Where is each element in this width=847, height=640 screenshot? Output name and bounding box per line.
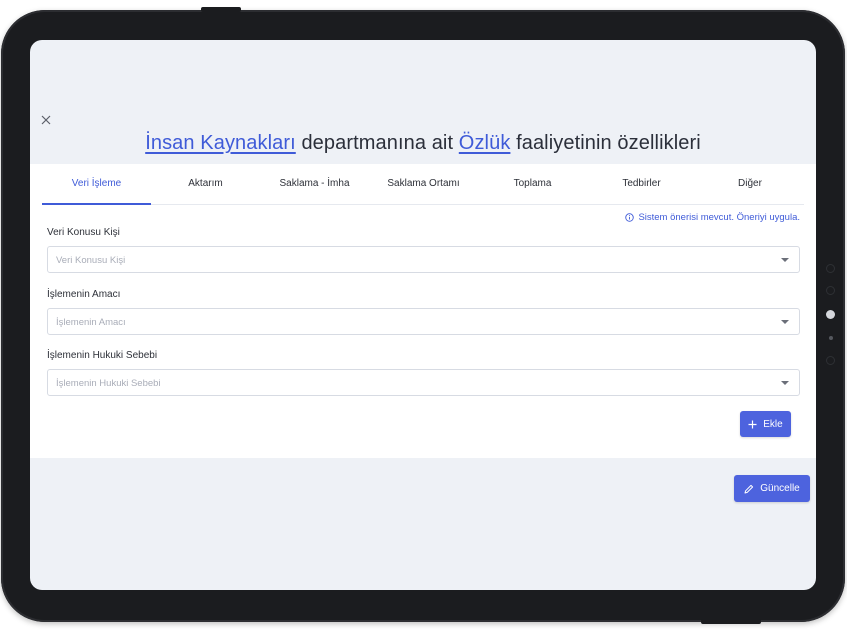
update-button-label: Güncelle <box>760 483 800 494</box>
page-title: İnsan Kaynakları departmanına ait Özlük … <box>30 132 816 155</box>
chevron-down-icon <box>781 381 789 385</box>
tab-aktarim[interactable]: Aktarım <box>151 178 260 205</box>
department-link[interactable]: İnsan Kaynakları <box>145 132 296 154</box>
tab-toplama[interactable]: Toplama <box>478 178 587 205</box>
select-placeholder: İşlemenin Amacı <box>56 317 126 328</box>
suggestion-link[interactable]: Sistem önerisi mevcut. Öneriyi uygula. <box>625 212 800 223</box>
tab-veri-isleme[interactable]: Veri İşleme <box>42 178 151 205</box>
device-bottom-button <box>701 619 761 624</box>
field-label-islemenin-amaci: İşlemenin Amacı <box>47 289 121 300</box>
plus-icon <box>748 420 757 428</box>
info-icon <box>625 213 635 222</box>
select-placeholder: İşlemenin Hukuki Sebebi <box>56 378 161 389</box>
properties-panel: Veri İşleme Aktarım Saklama - İmha Sakla… <box>30 164 816 458</box>
title-text: departmanına ait <box>295 132 459 154</box>
device-top-button <box>201 7 241 12</box>
update-button[interactable]: Güncelle <box>734 475 810 502</box>
sensor-dot <box>826 286 835 295</box>
chevron-down-icon <box>781 258 789 262</box>
sensor-dot <box>829 336 833 340</box>
title-text: faaliyetinin özellikleri <box>510 132 701 154</box>
close-icon[interactable] <box>40 114 52 126</box>
islemenin-amaci-select[interactable]: İşlemenin Amacı <box>47 308 800 335</box>
sensor-dot <box>826 356 835 365</box>
select-placeholder: Veri Konusu Kişi <box>56 255 126 266</box>
add-button-label: Ekle <box>763 418 783 430</box>
field-label-veri-konusu-kisi: Veri Konusu Kişi <box>47 227 120 238</box>
suggestion-text: Sistem önerisi mevcut. Öneriyi uygula. <box>638 212 800 223</box>
activity-link[interactable]: Özlük <box>459 132 511 154</box>
tab-saklama-ortami[interactable]: Saklama Ortamı <box>369 178 478 205</box>
islemenin-hukuki-sebebi-select[interactable]: İşlemenin Hukuki Sebebi <box>47 369 800 396</box>
tab-tedbirler[interactable]: Tedbirler <box>587 178 696 205</box>
sensor-dot <box>826 264 835 273</box>
tab-diger[interactable]: Diğer <box>696 178 804 205</box>
camera-icon <box>826 310 835 319</box>
veri-konusu-kisi-select[interactable]: Veri Konusu Kişi <box>47 246 800 273</box>
field-label-islemenin-hukuki-sebebi: İşlemenin Hukuki Sebebi <box>47 350 158 361</box>
tab-saklama-imha[interactable]: Saklama - İmha <box>260 178 369 205</box>
add-button[interactable]: Ekle <box>740 411 791 437</box>
screen: İnsan Kaynakları departmanına ait Özlük … <box>30 40 816 590</box>
chevron-down-icon <box>781 320 789 324</box>
tab-bar: Veri İşleme Aktarım Saklama - İmha Sakla… <box>42 178 804 205</box>
pencil-icon <box>744 484 754 493</box>
